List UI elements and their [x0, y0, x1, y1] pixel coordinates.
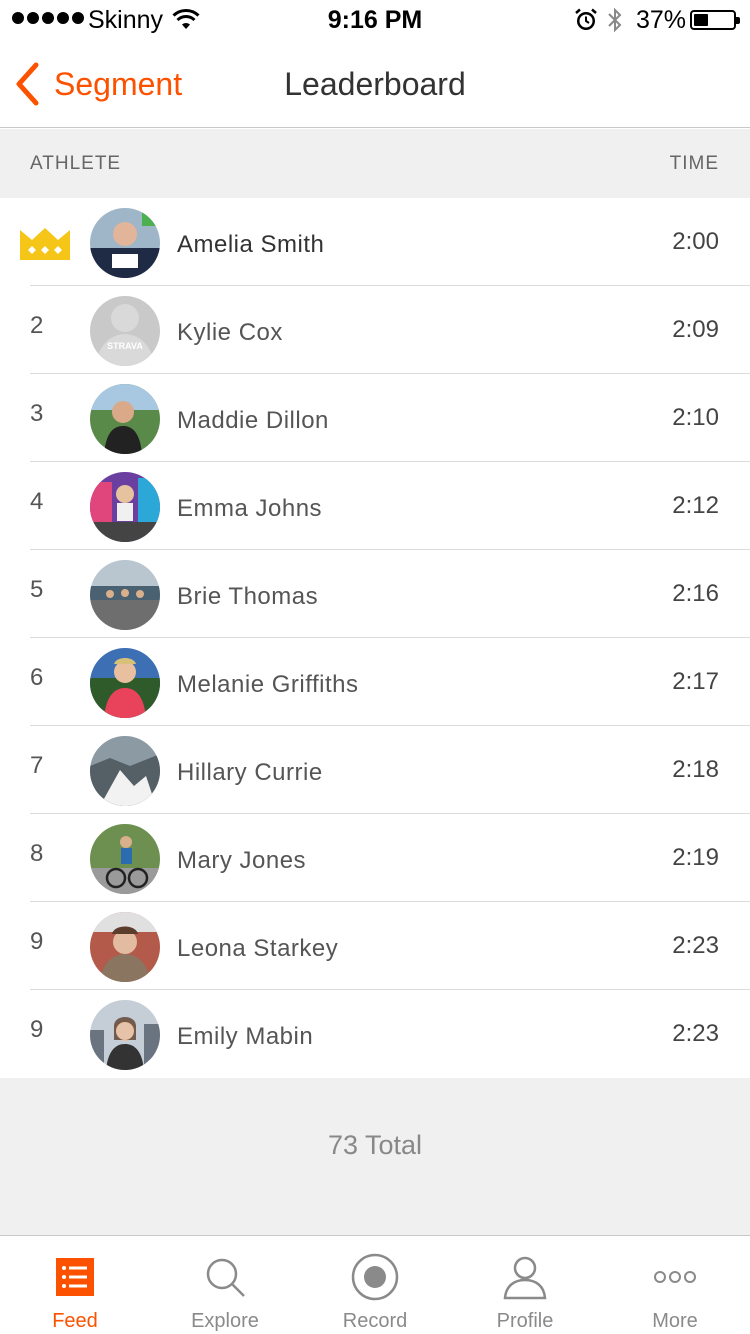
time-column-label: TIME: [669, 153, 719, 174]
athlete-avatar: [90, 472, 160, 542]
athlete-time: 2:23: [672, 1020, 719, 1047]
tab-label: Feed: [52, 1310, 98, 1332]
battery-percent: 37%: [636, 6, 687, 34]
total-count: 73 Total: [327, 1130, 423, 1160]
record-icon: [351, 1253, 399, 1301]
athlete-time: 2:12: [672, 492, 719, 519]
athlete-rank: 4: [30, 488, 44, 515]
tab-label: More: [652, 1310, 698, 1332]
crown-icon: [20, 228, 70, 260]
athlete-rank: 5: [30, 576, 44, 603]
athlete-rank: 8: [30, 840, 44, 867]
navigation-bar: Segment Leaderboard: [0, 40, 750, 128]
athlete-name: Emily Mabin: [177, 1023, 314, 1050]
bluetooth-icon: [608, 7, 622, 33]
leaderboard-list: Amelia Smith 2:00 2 STRAVA Kylie Cox 2:0…: [0, 198, 750, 1078]
athlete-avatar: [90, 560, 160, 630]
athlete-rank: 2: [30, 312, 44, 339]
athlete-rank: 3: [30, 400, 44, 427]
tab-bar: Feed Explore Record Profile More: [0, 1235, 750, 1334]
athlete-column-label: ATHLETE: [30, 153, 122, 174]
athlete-name: Leona Starkey: [177, 935, 339, 962]
athlete-name: Brie Thomas: [177, 583, 319, 610]
athlete-rank: 9: [30, 1016, 44, 1043]
athlete-time: 2:10: [672, 404, 719, 431]
athlete-avatar: [90, 824, 160, 894]
tab-record[interactable]: Record: [300, 1236, 450, 1334]
athlete-avatar: [90, 736, 160, 806]
athlete-rank: 9: [30, 928, 44, 955]
tab-label: Record: [342, 1310, 408, 1332]
tab-more[interactable]: More: [600, 1236, 750, 1334]
athlete-avatar: [90, 1000, 160, 1070]
athlete-time: 2:18: [672, 756, 719, 783]
tab-label: Explore: [191, 1310, 259, 1332]
default-avatar: STRAVA: [90, 296, 160, 366]
athlete-avatar: [90, 912, 160, 982]
athlete-avatar: [90, 208, 160, 278]
placeholder-avatar-text: STRAVA: [107, 341, 143, 351]
leaderboard-row[interactable]: 2 STRAVA Kylie Cox 2:09: [0, 286, 750, 374]
athlete-rank: 7: [30, 752, 44, 779]
leaderboard-row[interactable]: 9 Leona Starkey 2:23: [0, 902, 750, 990]
leaderboard-row[interactable]: 9 Emily Mabin 2:23: [0, 990, 750, 1078]
athlete-name: Maddie Dillon: [177, 407, 329, 434]
athlete-rank: 6: [30, 664, 44, 691]
athlete-name: Emma Johns: [177, 495, 323, 522]
athlete-avatar: [90, 648, 160, 718]
athlete-time: 2:23: [672, 932, 719, 959]
athlete-avatar: [90, 384, 160, 454]
athlete-time: 2:00: [672, 228, 719, 255]
battery-icon: [690, 10, 740, 30]
athlete-name: Kylie Cox: [177, 319, 283, 346]
leaderboard-row[interactable]: 5 Brie Thomas 2:16: [0, 550, 750, 638]
tab-label: Profile: [496, 1310, 554, 1332]
leaderboard-row[interactable]: 8 Mary Jones 2:19: [0, 814, 750, 902]
more-icon: [654, 1271, 696, 1283]
feed-icon: [56, 1258, 94, 1296]
leaderboard-row[interactable]: Amelia Smith 2:00: [0, 198, 750, 286]
profile-icon: [503, 1256, 547, 1300]
leaderboard-column-header: ATHLETE TIME: [0, 129, 750, 198]
leaderboard-row[interactable]: 3 Maddie Dillon 2:10: [0, 374, 750, 462]
athlete-name: Hillary Currie: [177, 759, 323, 786]
leaderboard-row[interactable]: 6 Melanie Griffiths 2:17: [0, 638, 750, 726]
athlete-name: Amelia Smith: [177, 231, 325, 258]
athlete-time: 2:16: [672, 580, 719, 607]
total-footer: 73 Total: [0, 1078, 750, 1235]
tab-explore[interactable]: Explore: [150, 1236, 300, 1334]
athlete-name: Melanie Griffiths: [177, 671, 359, 698]
page-title: Leaderboard: [284, 66, 466, 102]
tab-profile[interactable]: Profile: [450, 1236, 600, 1334]
athlete-time: 2:09: [672, 316, 719, 343]
leaderboard-row[interactable]: 7 Hillary Currie 2:18: [0, 726, 750, 814]
status-bar: Skinny 9:16 PM 37%: [0, 0, 750, 40]
athlete-name: Mary Jones: [177, 847, 307, 874]
athlete-time: 2:17: [672, 668, 719, 695]
search-icon: [206, 1258, 245, 1297]
leaderboard-row[interactable]: 4 Emma Johns 2:12: [0, 462, 750, 550]
alarm-icon: [575, 8, 597, 30]
tab-feed[interactable]: Feed: [0, 1236, 150, 1334]
athlete-time: 2:19: [672, 844, 719, 871]
